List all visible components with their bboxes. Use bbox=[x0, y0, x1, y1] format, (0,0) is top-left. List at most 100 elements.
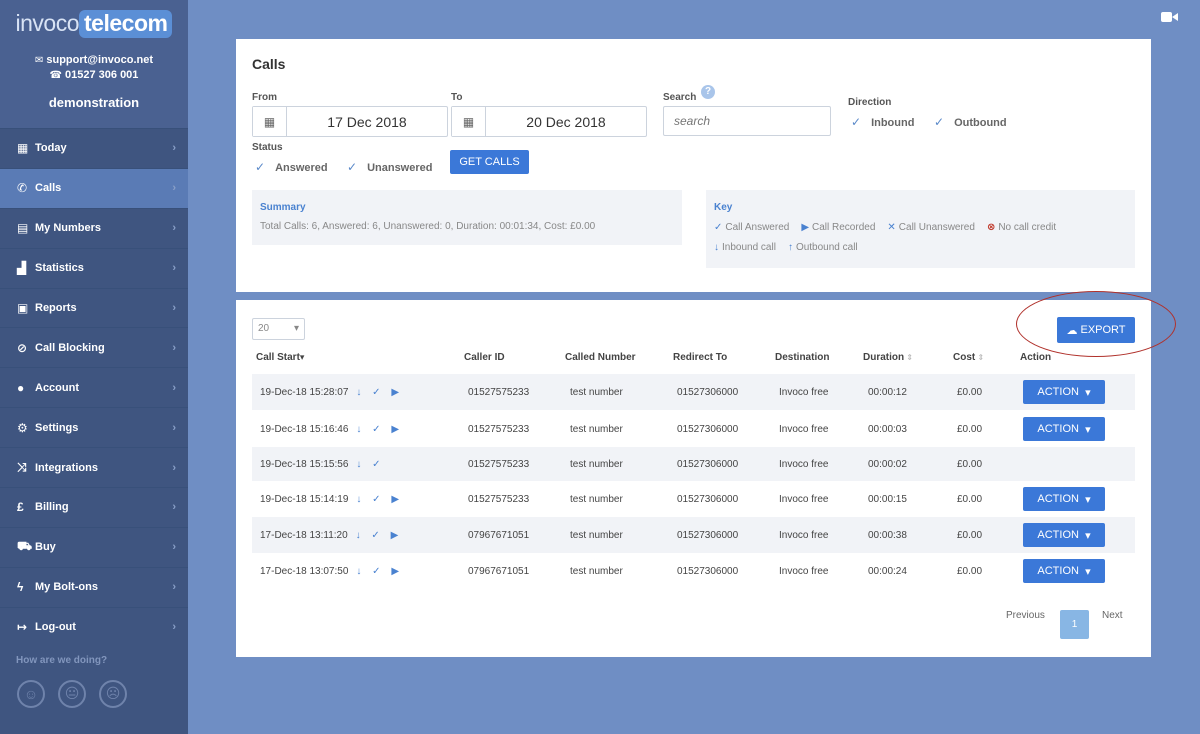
check-icon: ✓ bbox=[255, 160, 266, 174]
summary-title: Summary bbox=[260, 202, 306, 213]
sort-icon: ⇕ bbox=[975, 353, 985, 362]
sidebar-item-log-out[interactable]: ↦ Log-out › bbox=[0, 606, 188, 647]
sidebar-item-today[interactable]: ▦ Today › bbox=[0, 128, 188, 168]
call-flag-icons: ↓ ✓ ▶ bbox=[355, 529, 403, 541]
calendar-icon: ▦ bbox=[17, 141, 29, 156]
key-outbound-call: ↑ Outbound call bbox=[787, 242, 858, 253]
from-date-value[interactable]: 17 Dec 2018 bbox=[287, 107, 447, 136]
to-date-value[interactable]: 20 Dec 2018 bbox=[486, 107, 646, 136]
chevron-right-icon: › bbox=[172, 461, 176, 474]
action-button[interactable]: ACTION ▾ bbox=[1023, 523, 1105, 547]
check-icon: ✓ bbox=[934, 115, 945, 129]
sidebar-item-label: Integrations bbox=[35, 461, 98, 474]
pager-previous[interactable]: Previous bbox=[1006, 610, 1045, 621]
action-button[interactable]: ACTION ▾ bbox=[1023, 559, 1105, 583]
sidebar-item-settings[interactable]: ⚙ Settings › bbox=[0, 407, 188, 447]
calendar-icon[interactable]: ▦ bbox=[253, 107, 287, 136]
key-no-call-credit: ⊗ No call credit bbox=[986, 222, 1057, 233]
pager-current[interactable]: 1 bbox=[1060, 610, 1089, 639]
called-number-cell: test number bbox=[570, 423, 623, 435]
search-input[interactable] bbox=[663, 106, 831, 136]
sidebar-item-integrations[interactable]: ⤨ Integrations › bbox=[0, 447, 188, 487]
destination-cell: Invoco free bbox=[779, 458, 829, 470]
action-button[interactable]: ACTION ▾ bbox=[1023, 487, 1105, 511]
help-icon[interactable]: ? bbox=[701, 85, 715, 99]
brand-header: invoco telecom ✉ support@invoco.net ☎ 01527… bbox=[0, 0, 188, 128]
destination-cell: Invoco free bbox=[779, 493, 829, 505]
happy-face-icon[interactable]: ☺ bbox=[17, 679, 45, 708]
pager-next[interactable]: Next bbox=[1102, 610, 1123, 621]
col-duration[interactable]: Duration ⇕ bbox=[863, 352, 913, 363]
chevron-right-icon: › bbox=[172, 341, 176, 354]
sidebar-item-statistics[interactable]: ▟ Statistics › bbox=[0, 247, 188, 288]
support-email[interactable]: support@invoco.net bbox=[46, 54, 153, 66]
inbound-checkbox[interactable]: ✓ Inbound bbox=[851, 115, 914, 129]
page-size-select[interactable]: 20 ▾ bbox=[252, 318, 305, 340]
reports-icon: ▣ bbox=[17, 301, 29, 315]
col-action: Action bbox=[1020, 352, 1052, 363]
caller-id-cell: 01527575233 bbox=[468, 386, 530, 398]
to-label: To bbox=[451, 92, 463, 103]
chevron-right-icon: › bbox=[172, 621, 176, 634]
search-label: Search bbox=[663, 92, 697, 103]
logo: invoco telecom bbox=[0, 10, 188, 38]
sidebar-item-my-bolt-ons[interactable]: ϟ My Bolt-ons › bbox=[0, 566, 188, 607]
duration-cell: 00:00:03 bbox=[868, 423, 907, 435]
phone-icon: ☎ bbox=[49, 70, 63, 81]
to-date-field[interactable]: ▦ 20 Dec 2018 bbox=[451, 106, 647, 137]
dropdown-arrow-icon: ▾ bbox=[293, 323, 299, 334]
chart-icon: ▟ bbox=[17, 261, 27, 276]
col-call-start[interactable]: Call Start▾ bbox=[256, 352, 304, 363]
sidebar-item-my-numbers[interactable]: ▤ My Numbers › bbox=[0, 207, 188, 248]
action-button[interactable]: ACTION ▾ bbox=[1023, 417, 1105, 441]
call-flag-icons: ↓ ✓ ▶ bbox=[356, 386, 404, 398]
caret-down-icon: ▾ bbox=[1085, 386, 1091, 399]
export-label: EXPORT bbox=[1080, 324, 1126, 336]
redirect-cell: 01527306000 bbox=[677, 423, 739, 435]
neutral-face-icon[interactable]: 😐︎ bbox=[58, 679, 86, 708]
key-call-unanswered: ✕ Call Unanswered bbox=[887, 222, 975, 233]
sidebar-item-billing[interactable]: £ Billing › bbox=[0, 487, 188, 527]
redirect-cell: 01527306000 bbox=[677, 529, 739, 541]
check-icon: ✓ bbox=[347, 160, 358, 174]
answered-checkbox[interactable]: ✓ Answered bbox=[255, 160, 328, 174]
calls-filter-panel: Calls From ▦ 17 Dec 2018 To ▦ 20 Dec 201… bbox=[236, 39, 1151, 292]
video-camera-icon[interactable] bbox=[1161, 11, 1178, 23]
sidebar-item-buy[interactable]: ⛟ Buy › bbox=[0, 526, 188, 567]
col-called-number: Called Number bbox=[565, 352, 636, 363]
outbound-checkbox[interactable]: ✓ Outbound bbox=[934, 115, 1007, 129]
caret-down-icon: ▾ bbox=[1085, 529, 1091, 542]
get-calls-button[interactable]: GET CALLS bbox=[450, 150, 529, 174]
col-cost[interactable]: Cost ⇕ bbox=[953, 352, 984, 363]
sidebar-item-calls[interactable]: ✆ Calls › bbox=[0, 167, 188, 208]
chevron-right-icon: › bbox=[172, 222, 176, 235]
call-flag-icons: ↓ ✓ ▶ bbox=[356, 565, 404, 577]
table-row: 19-Dec-18 15:16:46 ↓ ✓ ▶ 01527575233 test n… bbox=[252, 411, 1135, 447]
caller-id-cell: 01527575233 bbox=[468, 423, 530, 435]
sidebar-item-label: Settings bbox=[35, 421, 79, 434]
key-inbound-call: ↓ Inbound call bbox=[714, 242, 776, 253]
sidebar-item-reports[interactable]: ▣ Reports › bbox=[0, 287, 188, 328]
calendar-icon[interactable]: ▦ bbox=[452, 107, 486, 136]
summary-box: Summary Total Calls: 6, Answered: 6, Una… bbox=[252, 190, 682, 245]
called-number-cell: test number bbox=[570, 493, 623, 505]
shuffle-icon: ⤨ bbox=[17, 460, 27, 475]
call-start-cell: 19-Dec-18 15:28:07 ↓ ✓ ▶ bbox=[260, 386, 404, 398]
cost-cell: £0.00 bbox=[957, 529, 983, 541]
sidebar-item-account[interactable]: ● Account › bbox=[0, 367, 188, 407]
caller-id-cell: 01527575233 bbox=[468, 458, 530, 470]
sad-face-icon[interactable]: ☹ bbox=[99, 679, 127, 708]
sidebar-item-call-blocking[interactable]: ⊘ Call Blocking › bbox=[0, 327, 188, 367]
action-button[interactable]: ACTION ▾ bbox=[1023, 380, 1105, 404]
export-button[interactable]: ☁ EXPORT bbox=[1057, 317, 1135, 343]
duration-cell: 00:00:12 bbox=[868, 386, 907, 398]
unanswered-checkbox[interactable]: ✓ Unanswered bbox=[347, 160, 432, 174]
call-start-cell: 17-Dec-18 13:07:50 ↓ ✓ ▶ bbox=[260, 565, 404, 577]
destination-cell: Invoco free bbox=[779, 386, 829, 398]
chevron-right-icon: › bbox=[172, 142, 176, 155]
from-date-field[interactable]: ▦ 17 Dec 2018 bbox=[252, 106, 448, 137]
page-size-value: 20 bbox=[258, 323, 270, 334]
caret-down-icon: ▾ bbox=[1085, 565, 1091, 578]
table-row: 19-Dec-18 15:28:07 ↓ ✓ ▶ 01527575233 test n… bbox=[252, 374, 1135, 410]
check-icon: ✓ bbox=[714, 222, 723, 233]
